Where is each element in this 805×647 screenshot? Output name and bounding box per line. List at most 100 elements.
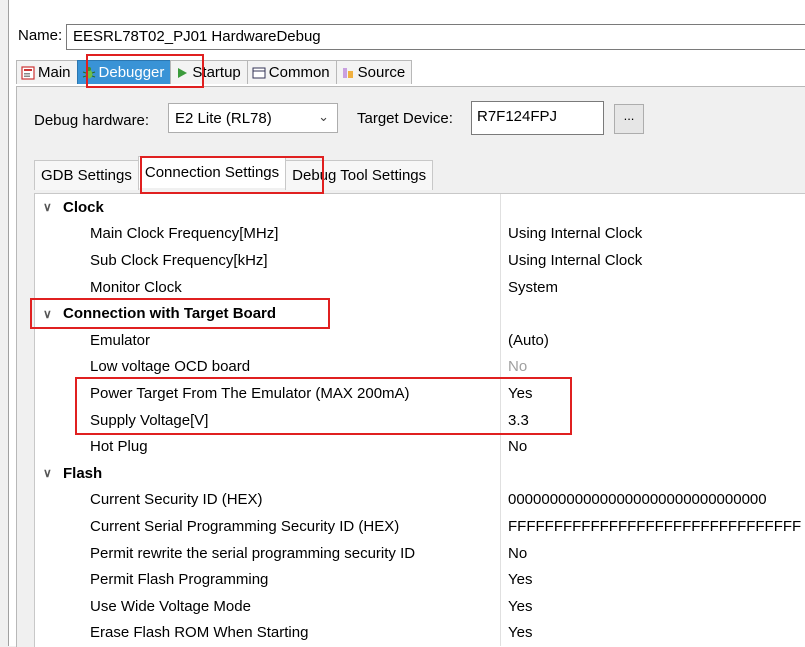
- expand-chevron-icon[interactable]: ∨: [43, 307, 57, 321]
- property-label: Permit Flash Programming: [90, 571, 269, 589]
- subtab-connection-settings[interactable]: Connection Settings: [137, 156, 287, 188]
- category-row[interactable]: ∨ Connection with Target Board: [35, 300, 805, 327]
- property-label: Power Target From The Emulator (MAX 200m…: [90, 384, 410, 402]
- property-value[interactable]: Yes: [508, 620, 532, 647]
- subtab-gdb-settings[interactable]: GDB Settings: [34, 160, 139, 190]
- property-row[interactable]: Supply Voltage[V] 3.3: [35, 406, 805, 434]
- property-label: Use Wide Voltage Mode: [90, 597, 251, 615]
- tab-startup[interactable]: Startup: [170, 60, 248, 84]
- property-value[interactable]: No: [508, 540, 527, 567]
- subtab-debug-tool-settings[interactable]: Debug Tool Settings: [285, 160, 434, 190]
- bug-icon: [82, 66, 96, 80]
- property-row[interactable]: Erase Flash ROM When Starting Yes: [35, 619, 805, 647]
- property-label-cell: Supply Voltage[V]: [35, 406, 501, 434]
- property-label-cell: Low voltage OCD board: [35, 353, 501, 381]
- tab-startup-label: Startup: [192, 64, 241, 81]
- property-value[interactable]: Using Internal Clock: [508, 247, 642, 274]
- target-device-input[interactable]: R7F124FPJ: [471, 101, 604, 135]
- property-label-cell: Use Wide Voltage Mode: [35, 592, 501, 620]
- connection-settings-table: ∨ Clock Main Clock Frequency[MHz] Using Int…: [34, 193, 805, 647]
- source-icon: [341, 66, 355, 80]
- name-label: Name:: [18, 26, 63, 44]
- property-label-cell: Permit Flash Programming: [35, 566, 501, 593]
- property-label-cell: Emulator: [35, 326, 501, 354]
- property-row[interactable]: Power Target From The Emulator (MAX 200m…: [35, 380, 805, 407]
- property-label-cell: Sub Clock Frequency[kHz]: [35, 247, 501, 274]
- debug-hardware-select[interactable]: E2 Lite (RL78) ⌄: [168, 103, 338, 133]
- expand-chevron-icon[interactable]: ∨: [43, 200, 57, 214]
- property-label-cell: Main Clock Frequency[MHz]: [35, 220, 501, 248]
- property-label-cell: Permit rewrite the serial programming se…: [35, 539, 501, 567]
- config-name-input[interactable]: EESRL78T02_PJ01 HardwareDebug: [66, 24, 805, 50]
- expand-chevron-icon[interactable]: ∨: [43, 466, 57, 480]
- category-label-cell: ∨ Clock: [35, 194, 501, 221]
- property-value[interactable]: 3.3: [508, 407, 529, 434]
- property-label-cell: Current Security ID (HEX): [35, 486, 501, 514]
- tab-main-label: Main: [38, 64, 71, 81]
- settings-subtabs: GDB Settings Connection Settings Debug T…: [34, 156, 434, 190]
- common-icon: [252, 66, 266, 80]
- property-label-cell: Power Target From The Emulator (MAX 200m…: [35, 380, 501, 407]
- property-label: Current Security ID (HEX): [90, 491, 263, 509]
- property-label: Supply Voltage[V]: [90, 411, 209, 429]
- category-label: Flash: [63, 464, 103, 482]
- category-row[interactable]: ∨ Clock: [35, 194, 805, 221]
- property-label: Emulator: [90, 331, 151, 349]
- property-label: Hot Plug: [90, 438, 148, 456]
- property-label: Low voltage OCD board: [90, 358, 251, 376]
- property-value[interactable]: Yes: [508, 380, 532, 407]
- category-label-cell: ∨ Connection with Target Board: [35, 300, 501, 327]
- property-row[interactable]: Monitor Clock System: [35, 273, 805, 301]
- browse-device-button[interactable]: ...: [614, 104, 644, 134]
- tab-debugger-label: Debugger: [98, 64, 165, 81]
- property-row[interactable]: Use Wide Voltage Mode Yes: [35, 592, 805, 620]
- property-label-cell: Current Serial Programming Security ID (…: [35, 513, 501, 540]
- debug-hardware-value: E2 Lite (RL78): [175, 109, 272, 127]
- target-device-label: Target Device:: [357, 110, 453, 127]
- property-label-cell: Hot Plug: [35, 433, 501, 460]
- tab-main[interactable]: Main: [16, 60, 78, 84]
- property-label-cell: Erase Flash ROM When Starting: [35, 619, 501, 647]
- debug-hardware-label: Debug hardware:: [34, 111, 150, 129]
- property-value[interactable]: Yes: [508, 593, 532, 620]
- property-value[interactable]: FFFFFFFFFFFFFFFFFFFFFFFFFFFFFFFF: [508, 513, 801, 540]
- category-label-cell: ∨ Flash: [35, 459, 501, 487]
- property-row[interactable]: Main Clock Frequency[MHz] Using Internal …: [35, 220, 805, 248]
- property-row[interactable]: Hot Plug No: [35, 433, 805, 460]
- property-label: Current Serial Programming Security ID (…: [90, 517, 400, 535]
- property-value[interactable]: Using Internal Clock: [508, 221, 642, 248]
- tab-common-label: Common: [268, 64, 330, 81]
- debug-hardware-row: Debug hardware:: [34, 100, 149, 140]
- property-value[interactable]: No: [508, 433, 527, 460]
- config-tabs: Main Debugger Startup Common Source: [16, 60, 413, 86]
- tab-debugger[interactable]: Debugger: [76, 60, 172, 84]
- property-row[interactable]: Current Serial Programming Security ID (…: [35, 513, 805, 540]
- property-value[interactable]: 0000000000000000000000000000000: [508, 487, 767, 514]
- name-label-row: Name:: [18, 18, 66, 52]
- category-label: Connection with Target Board: [63, 305, 277, 323]
- category-label: Clock: [63, 198, 104, 216]
- property-label: Permit rewrite the serial programming se…: [90, 544, 416, 562]
- property-label: Main Clock Frequency[MHz]: [90, 225, 279, 243]
- property-row[interactable]: Low voltage OCD board No: [35, 353, 805, 381]
- property-row[interactable]: Permit rewrite the serial programming se…: [35, 539, 805, 567]
- property-label: Monitor Clock: [90, 278, 182, 296]
- property-label-cell: Monitor Clock: [35, 273, 501, 301]
- property-value[interactable]: (Auto): [508, 327, 549, 354]
- property-value[interactable]: System: [508, 274, 558, 301]
- play-icon: [175, 66, 189, 80]
- tab-source-label: Source: [357, 64, 406, 81]
- property-row[interactable]: Emulator (Auto): [35, 326, 805, 354]
- property-row[interactable]: Current Security ID (HEX) 000000000000000…: [35, 486, 805, 514]
- property-value[interactable]: No: [508, 354, 527, 381]
- tab-common[interactable]: Common: [246, 60, 337, 84]
- property-row[interactable]: Sub Clock Frequency[kHz] Using Internal C…: [35, 247, 805, 274]
- main-tab-icon: [21, 65, 35, 80]
- property-label: Sub Clock Frequency[kHz]: [90, 251, 268, 269]
- chevron-down-icon: ⌄: [318, 109, 329, 124]
- property-label: Erase Flash ROM When Starting: [90, 624, 309, 642]
- property-value[interactable]: Yes: [508, 566, 532, 593]
- property-row[interactable]: Permit Flash Programming Yes: [35, 566, 805, 593]
- tab-source[interactable]: Source: [335, 60, 413, 84]
- category-row[interactable]: ∨ Flash: [35, 459, 805, 487]
